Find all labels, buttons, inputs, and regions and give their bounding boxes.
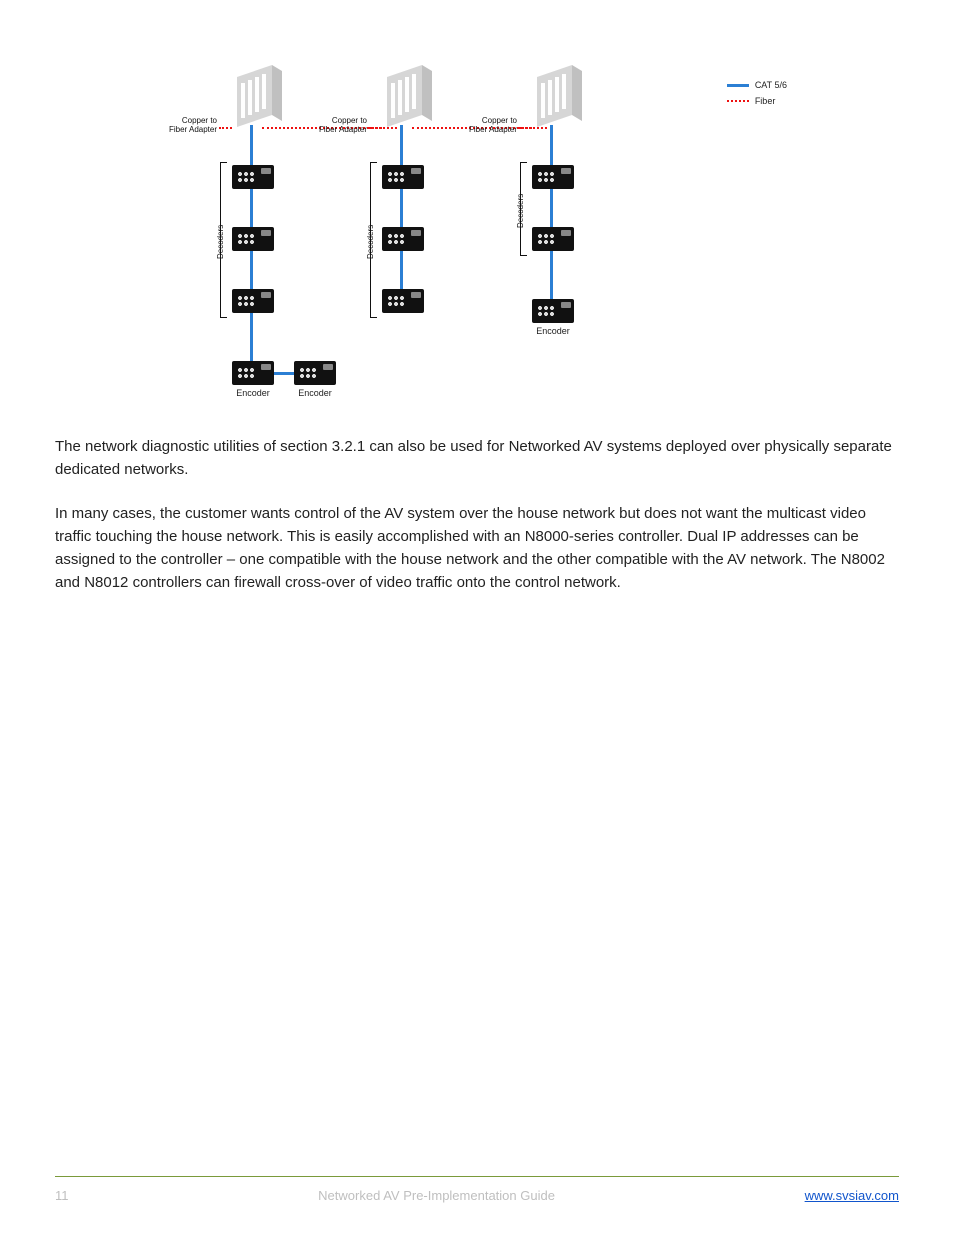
adapter-label: Copper to Fiber Adapter xyxy=(312,117,367,135)
paragraph-2: In many cases, the customer wants contro… xyxy=(55,502,899,595)
encoder-label: Encoder xyxy=(228,388,278,398)
page-footer: 11 Networked AV Pre-Implementation Guide… xyxy=(55,1188,899,1203)
building-icon xyxy=(527,65,582,130)
decoder-device xyxy=(532,227,574,251)
building-icon xyxy=(377,65,432,130)
encoder-label: Encoder xyxy=(290,388,340,398)
fiber-link xyxy=(519,127,532,129)
decoders-label: Decoders xyxy=(216,225,225,259)
adapter-label: Copper to Fiber Adapter xyxy=(162,117,217,135)
legend-swatch-cat xyxy=(727,84,749,87)
cat-link xyxy=(550,125,553,301)
decoder-device xyxy=(382,227,424,251)
page-number: 11 xyxy=(55,1188,69,1203)
encoder-device xyxy=(232,361,274,385)
decoder-device xyxy=(232,227,274,251)
network-diagram: CAT 5/6 Fiber Copper to Fiber Adapter Dec… xyxy=(167,55,787,405)
decoder-device xyxy=(382,165,424,189)
decoder-device xyxy=(232,289,274,313)
encoder-device xyxy=(294,361,336,385)
diagram-legend: CAT 5/6 Fiber xyxy=(727,80,787,112)
encoder-device xyxy=(532,299,574,323)
decoder-device xyxy=(532,165,574,189)
legend-swatch-fiber xyxy=(727,100,749,102)
fiber-link xyxy=(369,127,382,129)
footer-doc-title: Networked AV Pre-Implementation Guide xyxy=(318,1188,555,1203)
decoder-device xyxy=(382,289,424,313)
decoders-label: Decoders xyxy=(516,194,525,228)
legend-label-cat: CAT 5/6 xyxy=(755,80,787,90)
footer-rule xyxy=(55,1176,899,1177)
legend-label-fiber: Fiber xyxy=(755,96,776,106)
cat-link xyxy=(400,125,403,291)
adapter-label: Copper to Fiber Adapter xyxy=(462,117,517,135)
building-icon xyxy=(227,65,282,130)
footer-link[interactable]: www.svsiav.com xyxy=(805,1188,899,1203)
cat-link xyxy=(274,372,294,375)
decoder-device xyxy=(232,165,274,189)
decoders-label: Decoders xyxy=(366,225,375,259)
fiber-link xyxy=(219,127,232,129)
encoder-label: Encoder xyxy=(528,326,578,336)
paragraph-1: The network diagnostic utilities of sect… xyxy=(55,435,899,482)
